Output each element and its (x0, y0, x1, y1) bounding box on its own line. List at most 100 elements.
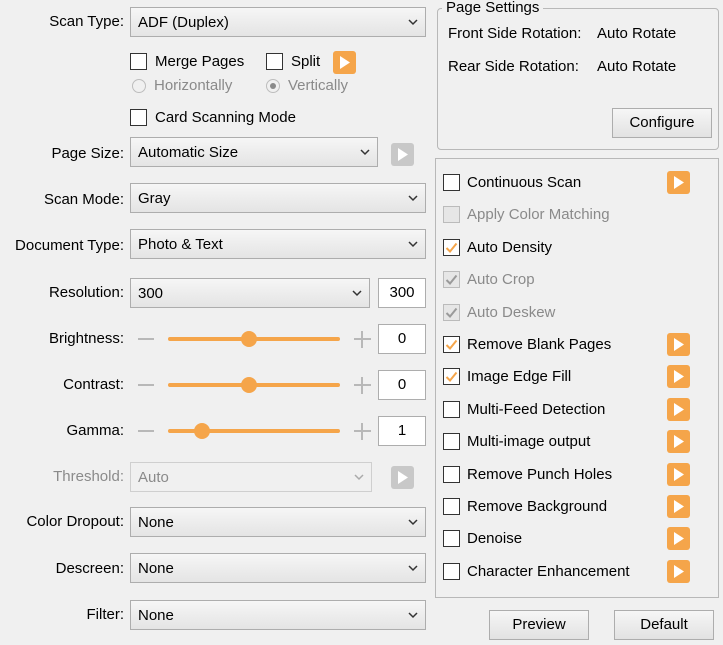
option-label: Auto Density (467, 238, 553, 256)
option-settings-button[interactable] (667, 462, 690, 486)
chevron-down-icon (352, 289, 362, 297)
option-settings-button[interactable] (667, 397, 690, 421)
split-checkbox[interactable] (266, 53, 283, 70)
option-settings-button[interactable] (667, 430, 690, 454)
chevron-down-icon (360, 148, 370, 156)
scan-type-label: Scan Type: (49, 13, 124, 30)
filter-select[interactable]: None (130, 600, 426, 630)
option-checkbox[interactable] (443, 238, 460, 256)
resolution-select[interactable]: 300 (130, 278, 370, 308)
brightness-slider-thumb[interactable] (240, 331, 257, 347)
brightness-increase-button[interactable] (354, 331, 371, 348)
contrast-increase-button[interactable] (354, 377, 371, 394)
rear-side-rotation-value: Auto Rotate (597, 58, 677, 75)
contrast-input[interactable]: 0 (378, 370, 426, 400)
play-icon (674, 532, 684, 546)
document-type-select[interactable]: Photo & Text (130, 229, 426, 259)
descreen-value: None (138, 560, 174, 577)
option-checkbox[interactable] (443, 433, 460, 451)
play-icon (674, 338, 684, 351)
gamma-slider-thumb[interactable] (194, 423, 211, 439)
option-label: Continuous Scan (467, 174, 582, 191)
play-icon (398, 148, 408, 161)
threshold-select[interactable]: Auto (130, 462, 372, 492)
option-checkbox[interactable] (443, 465, 460, 483)
option-settings-button[interactable] (667, 171, 690, 194)
option-checkbox[interactable] (443, 562, 460, 580)
option-settings-button[interactable] (667, 365, 690, 389)
chevron-down-icon (408, 564, 418, 572)
threshold-label: Threshold: (53, 468, 124, 485)
merge-pages-label: Merge Pages (155, 53, 245, 70)
color-dropout-value: None (138, 514, 174, 531)
option-label: Apply Color Matching (467, 206, 610, 224)
option-label: Denoise (467, 530, 523, 548)
play-icon (674, 564, 684, 578)
default-button[interactable]: Default (614, 610, 714, 640)
descreen-select[interactable]: None (130, 553, 426, 583)
option-settings-button[interactable] (667, 559, 690, 583)
option-label: Remove Background (467, 498, 608, 515)
resolution-value: 300 (138, 285, 164, 302)
contrast-slider-thumb[interactable] (240, 377, 257, 393)
page-size-select[interactable]: Automatic Size (130, 137, 378, 167)
scan-mode-label: Scan Mode: (43, 191, 124, 208)
option-settings-button[interactable] (667, 527, 690, 551)
play-icon (674, 402, 684, 416)
chevron-down-icon (408, 611, 418, 619)
horizontally-radio[interactable] (132, 79, 146, 93)
play-icon (340, 56, 350, 69)
option-checkbox[interactable] (443, 271, 460, 289)
gamma-decrease-button[interactable] (138, 430, 154, 432)
document-type-value: Photo & Text (138, 236, 223, 253)
resolution-label: Resolution: (48, 284, 124, 301)
page-size-label: Page Size: (51, 145, 124, 162)
option-label: Remove Blank Pages (467, 336, 612, 353)
document-type-label: Document Type: (15, 237, 124, 254)
resolution-input[interactable]: 300 (378, 278, 426, 308)
play-icon (674, 435, 684, 449)
option-settings-button[interactable] (667, 333, 690, 356)
scan-type-select[interactable]: ADF (Duplex) (130, 7, 426, 37)
brightness-label: Brightness: (48, 330, 124, 347)
chevron-down-icon (354, 473, 364, 481)
brightness-input[interactable]: 0 (378, 324, 426, 354)
option-settings-button[interactable] (667, 495, 690, 518)
option-label: Image Edge Fill (467, 368, 572, 386)
gamma-input[interactable]: 1 (378, 416, 426, 446)
chevron-down-icon (408, 18, 418, 26)
scan-type-value: ADF (Duplex) (138, 14, 229, 31)
card-scanning-checkbox[interactable] (130, 109, 147, 126)
vertically-radio[interactable] (266, 79, 280, 93)
option-checkbox[interactable] (443, 303, 460, 321)
option-checkbox[interactable] (443, 498, 460, 515)
option-checkbox[interactable] (443, 206, 460, 224)
option-label: Auto Crop (467, 271, 535, 289)
option-checkbox[interactable] (443, 174, 460, 191)
option-checkbox[interactable] (443, 400, 460, 418)
merge-pages-checkbox[interactable] (130, 53, 147, 70)
play-icon (674, 370, 684, 384)
checkmark-icon (445, 339, 458, 350)
page-size-settings-button[interactable] (391, 143, 414, 166)
option-checkbox[interactable] (443, 336, 460, 353)
brightness-decrease-button[interactable] (138, 338, 154, 340)
play-icon (398, 471, 408, 484)
scan-mode-value: Gray (138, 190, 171, 207)
contrast-decrease-button[interactable] (138, 384, 154, 386)
play-icon (674, 467, 684, 481)
threshold-settings-button[interactable] (391, 466, 414, 489)
split-label: Split (291, 53, 321, 70)
scan-mode-select[interactable]: Gray (130, 183, 426, 213)
configure-button[interactable]: Configure (612, 108, 712, 138)
preview-button[interactable]: Preview (489, 610, 589, 640)
checkmark-icon (445, 372, 458, 383)
option-checkbox[interactable] (443, 368, 460, 386)
gamma-increase-button[interactable] (354, 423, 371, 440)
front-side-rotation-value: Auto Rotate (597, 25, 677, 42)
vertically-label: Vertically (288, 77, 349, 94)
split-settings-button[interactable] (333, 51, 356, 74)
color-dropout-select[interactable]: None (130, 507, 426, 537)
horizontally-label: Horizontally (154, 77, 233, 94)
option-checkbox[interactable] (443, 530, 460, 548)
